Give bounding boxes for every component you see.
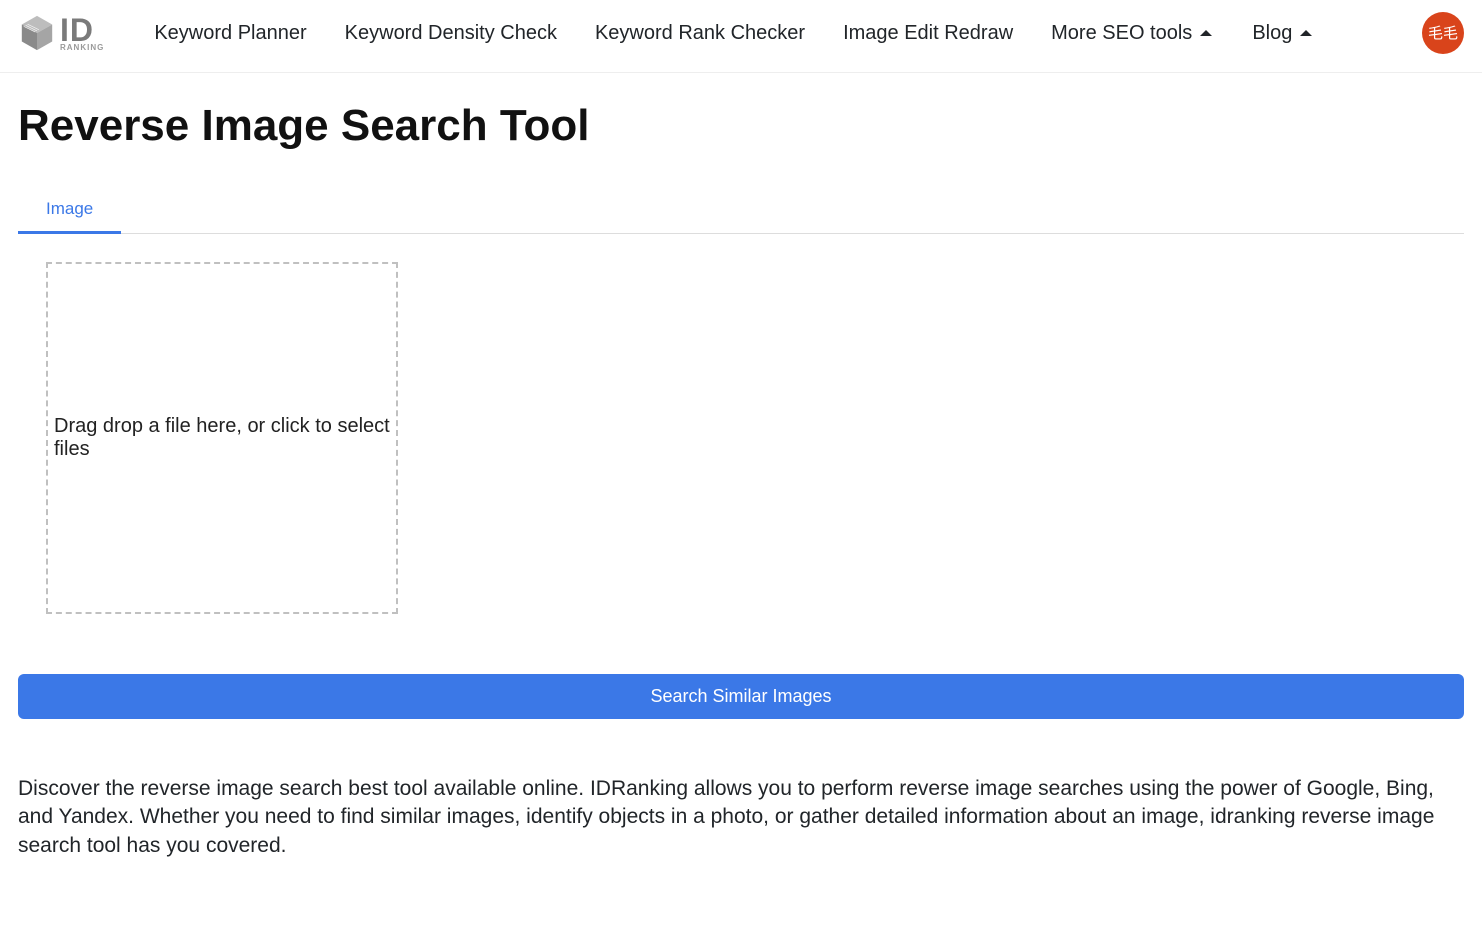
avatar-text: 毛毛 (1428, 26, 1458, 41)
nav-more-seo-tools[interactable]: More SEO tools (1051, 22, 1214, 45)
tab-label: Image (46, 199, 93, 218)
user-avatar[interactable]: 毛毛 (1422, 12, 1464, 54)
nav-blog[interactable]: Blog (1252, 22, 1314, 45)
nav-keyword-rank-checker[interactable]: Keyword Rank Checker (595, 22, 805, 45)
main-nav: Keyword Planner Keyword Density Check Ke… (154, 22, 1422, 45)
nav-label: Keyword Density Check (345, 22, 557, 45)
nav-keyword-planner[interactable]: Keyword Planner (154, 22, 306, 45)
page-title: Reverse Image Search Tool (18, 101, 1464, 151)
logo-text-id: ID (60, 14, 104, 46)
search-similar-images-button[interactable]: Search Similar Images (18, 674, 1464, 719)
tab-image[interactable]: Image (18, 187, 121, 234)
nav-label: Image Edit Redraw (843, 22, 1013, 45)
cube-icon (18, 14, 56, 52)
nav-label: More SEO tools (1051, 22, 1192, 45)
header: ID RANKING Keyword Planner Keyword Densi… (0, 0, 1482, 73)
chevron-up-icon (1198, 22, 1214, 45)
logo-text-sub: RANKING (60, 44, 104, 52)
button-label: Search Similar Images (650, 686, 831, 706)
nav-image-edit-redraw[interactable]: Image Edit Redraw (843, 22, 1013, 45)
main-content: Reverse Image Search Tool Image Drag dro… (0, 73, 1482, 900)
file-dropzone[interactable]: Drag drop a file here, or click to selec… (46, 262, 398, 614)
nav-keyword-density-check[interactable]: Keyword Density Check (345, 22, 557, 45)
logo[interactable]: ID RANKING (18, 14, 104, 52)
nav-label: Blog (1252, 22, 1292, 45)
nav-label: Keyword Planner (154, 22, 306, 45)
description-text: Discover the reverse image search best t… (18, 775, 1464, 900)
chevron-up-icon (1298, 22, 1314, 45)
dropzone-text: Drag drop a file here, or click to selec… (54, 415, 390, 461)
nav-label: Keyword Rank Checker (595, 22, 805, 45)
tabs: Image (18, 187, 1464, 234)
